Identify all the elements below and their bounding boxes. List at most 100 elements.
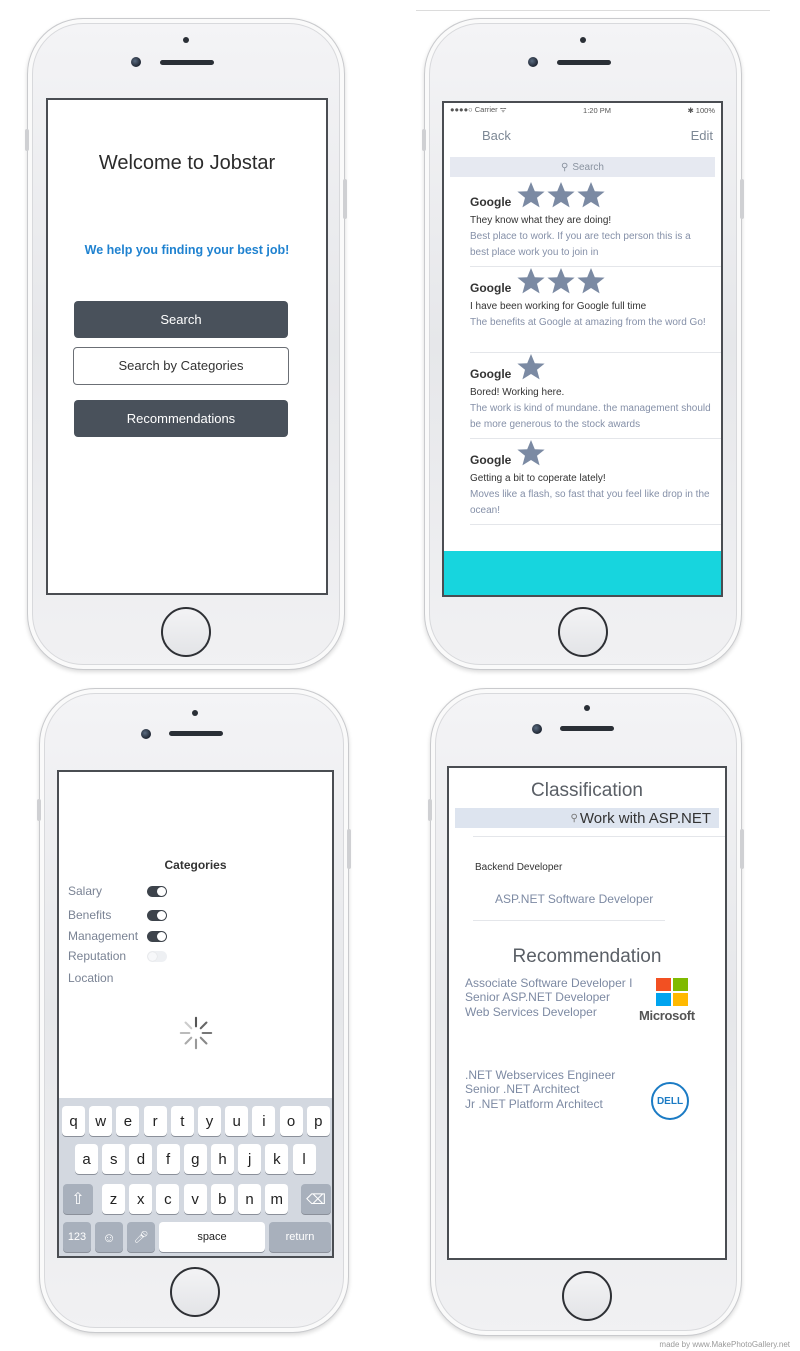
page-title: Welcome to Jobstar: [98, 152, 276, 174]
space-key[interactable]: space: [159, 1222, 265, 1252]
review-body: Moves like a flash, so fast that you fee…: [470, 489, 710, 516]
side-button: [343, 179, 347, 219]
job-item[interactable]: Senior .NET Architect: [465, 1082, 615, 1096]
review-item[interactable]: Google They know what they are doing! Best…: [470, 181, 721, 267]
sensor-dot: [584, 705, 590, 711]
status-bar: ●●●●○ Carrier ᯤ 1:20 PM ✱ 100%: [444, 103, 721, 117]
side-button: [740, 179, 744, 219]
key-c[interactable]: c: [156, 1184, 180, 1214]
search-input[interactable]: ⚲ Search: [450, 157, 715, 177]
bottom-teal-bar: [444, 551, 721, 595]
job-item[interactable]: Web Services Developer: [465, 1005, 632, 1019]
recommendations-button[interactable]: Recommendations: [74, 400, 288, 437]
key-b[interactable]: b: [210, 1184, 234, 1214]
star-icon: [517, 354, 545, 380]
review-headline: I have been working for Google full time: [470, 301, 647, 312]
microsoft-job-list: Associate Software Developer I Senior AS…: [465, 976, 632, 1019]
key-t[interactable]: t: [170, 1106, 194, 1136]
nav-bar: Back Edit: [444, 125, 721, 147]
key-n[interactable]: n: [238, 1184, 261, 1214]
return-key[interactable]: return: [269, 1222, 331, 1252]
search-text: Work with ASP.NET: [579, 809, 711, 827]
review-item[interactable]: Google Getting a bit to coperate lately! M…: [470, 439, 721, 525]
tagline: We help you finding your best job!: [84, 243, 290, 257]
key-a[interactable]: a: [75, 1144, 98, 1174]
emoji-key[interactable]: ☺: [95, 1222, 123, 1252]
category-toggle[interactable]: [147, 886, 167, 897]
key-m[interactable]: m: [265, 1184, 289, 1214]
edit-button[interactable]: Edit: [691, 128, 713, 143]
key-f[interactable]: f: [156, 1144, 180, 1174]
key-g[interactable]: g: [183, 1144, 207, 1174]
key-x[interactable]: x: [129, 1184, 153, 1214]
key-w[interactable]: w: [89, 1106, 113, 1136]
top-divider-line: [416, 10, 770, 11]
key-p[interactable]: p: [306, 1106, 330, 1136]
recommendation-title: Recommendation: [512, 946, 662, 967]
home-button[interactable]: [170, 1267, 220, 1317]
review-item[interactable]: Google Bored! Working here. The work is ki…: [470, 353, 721, 439]
key-h[interactable]: h: [211, 1144, 234, 1174]
key-u[interactable]: u: [225, 1106, 249, 1136]
star-icon: [517, 440, 545, 466]
key-r[interactable]: r: [143, 1106, 167, 1136]
earpiece-speaker: [560, 726, 614, 731]
category-toggle[interactable]: [147, 910, 167, 921]
review-item[interactable]: Google I have been working for Google ful…: [470, 267, 721, 353]
job-item[interactable]: Senior ASP.NET Developer: [465, 990, 632, 1004]
key-k[interactable]: k: [265, 1144, 289, 1174]
job-item[interactable]: Jr .NET Platform Architect: [465, 1097, 615, 1111]
review-body: Best place to work. If you are tech pers…: [470, 231, 691, 258]
category-label: Benefits: [68, 908, 112, 922]
back-button[interactable]: Back: [482, 128, 511, 143]
review-stars: [516, 353, 546, 381]
category-label: Location: [68, 971, 114, 985]
review-stars: [516, 181, 606, 209]
star-icon: [517, 182, 545, 208]
key-v[interactable]: v: [183, 1184, 207, 1214]
shift-key[interactable]: ⇧: [63, 1184, 93, 1214]
key-q[interactable]: q: [62, 1106, 85, 1136]
key-l[interactable]: l: [292, 1144, 316, 1174]
category-toggle[interactable]: [147, 951, 167, 962]
subcategory-link[interactable]: ASP.NET Software Developer: [495, 892, 653, 906]
key-s[interactable]: s: [102, 1144, 126, 1174]
home-button[interactable]: [558, 607, 608, 657]
review-headline: Bored! Working here.: [470, 387, 565, 398]
review-body: The work is kind of mundane. the managem…: [470, 403, 711, 430]
job-item[interactable]: .NET Webservices Engineer: [465, 1068, 615, 1082]
screen: Welcome to Jobstar We help you finding y…: [46, 98, 328, 595]
earpiece-speaker: [169, 731, 223, 736]
key-o[interactable]: o: [279, 1106, 303, 1136]
battery-label: ✱ 100%: [687, 105, 715, 115]
earpiece-speaker: [160, 60, 214, 65]
dell-logo-icon: DELL: [651, 1082, 689, 1120]
classification-search-input[interactable]: ⚲ Work with ASP.NET: [455, 808, 719, 828]
key-i[interactable]: i: [252, 1106, 276, 1136]
key-j[interactable]: j: [238, 1144, 262, 1174]
earpiece-speaker: [557, 60, 611, 65]
category-label: Management: [68, 929, 139, 943]
key-e[interactable]: e: [116, 1106, 140, 1136]
key-z[interactable]: z: [102, 1184, 125, 1214]
numbers-key[interactable]: 123: [63, 1222, 91, 1252]
job-item[interactable]: Associate Software Developer I: [465, 976, 632, 990]
credit-text: made by www.MakePhotoGallery.net: [659, 1340, 790, 1349]
category-toggle[interactable]: [147, 931, 167, 942]
review-company: Google: [470, 453, 512, 467]
key-d[interactable]: d: [129, 1144, 153, 1174]
review-stars: [516, 439, 546, 467]
toggle-knob: [157, 932, 166, 941]
home-button[interactable]: [161, 607, 211, 657]
star-icon: [517, 268, 545, 294]
star-icon: [547, 268, 575, 294]
search-button[interactable]: Search: [74, 301, 288, 338]
side-button: [422, 129, 426, 151]
search-by-categories-button[interactable]: Search by Categories: [73, 347, 289, 385]
review-headline: Getting a bit to coperate lately!: [470, 473, 606, 484]
phone-categories: Categories Salary Benefits Management Reput…: [37, 688, 351, 1333]
home-button[interactable]: [562, 1271, 612, 1321]
key-y[interactable]: y: [198, 1106, 221, 1136]
backspace-key[interactable]: ⌫: [301, 1184, 331, 1214]
microphone-key[interactable]: 🎤︎: [127, 1222, 155, 1252]
